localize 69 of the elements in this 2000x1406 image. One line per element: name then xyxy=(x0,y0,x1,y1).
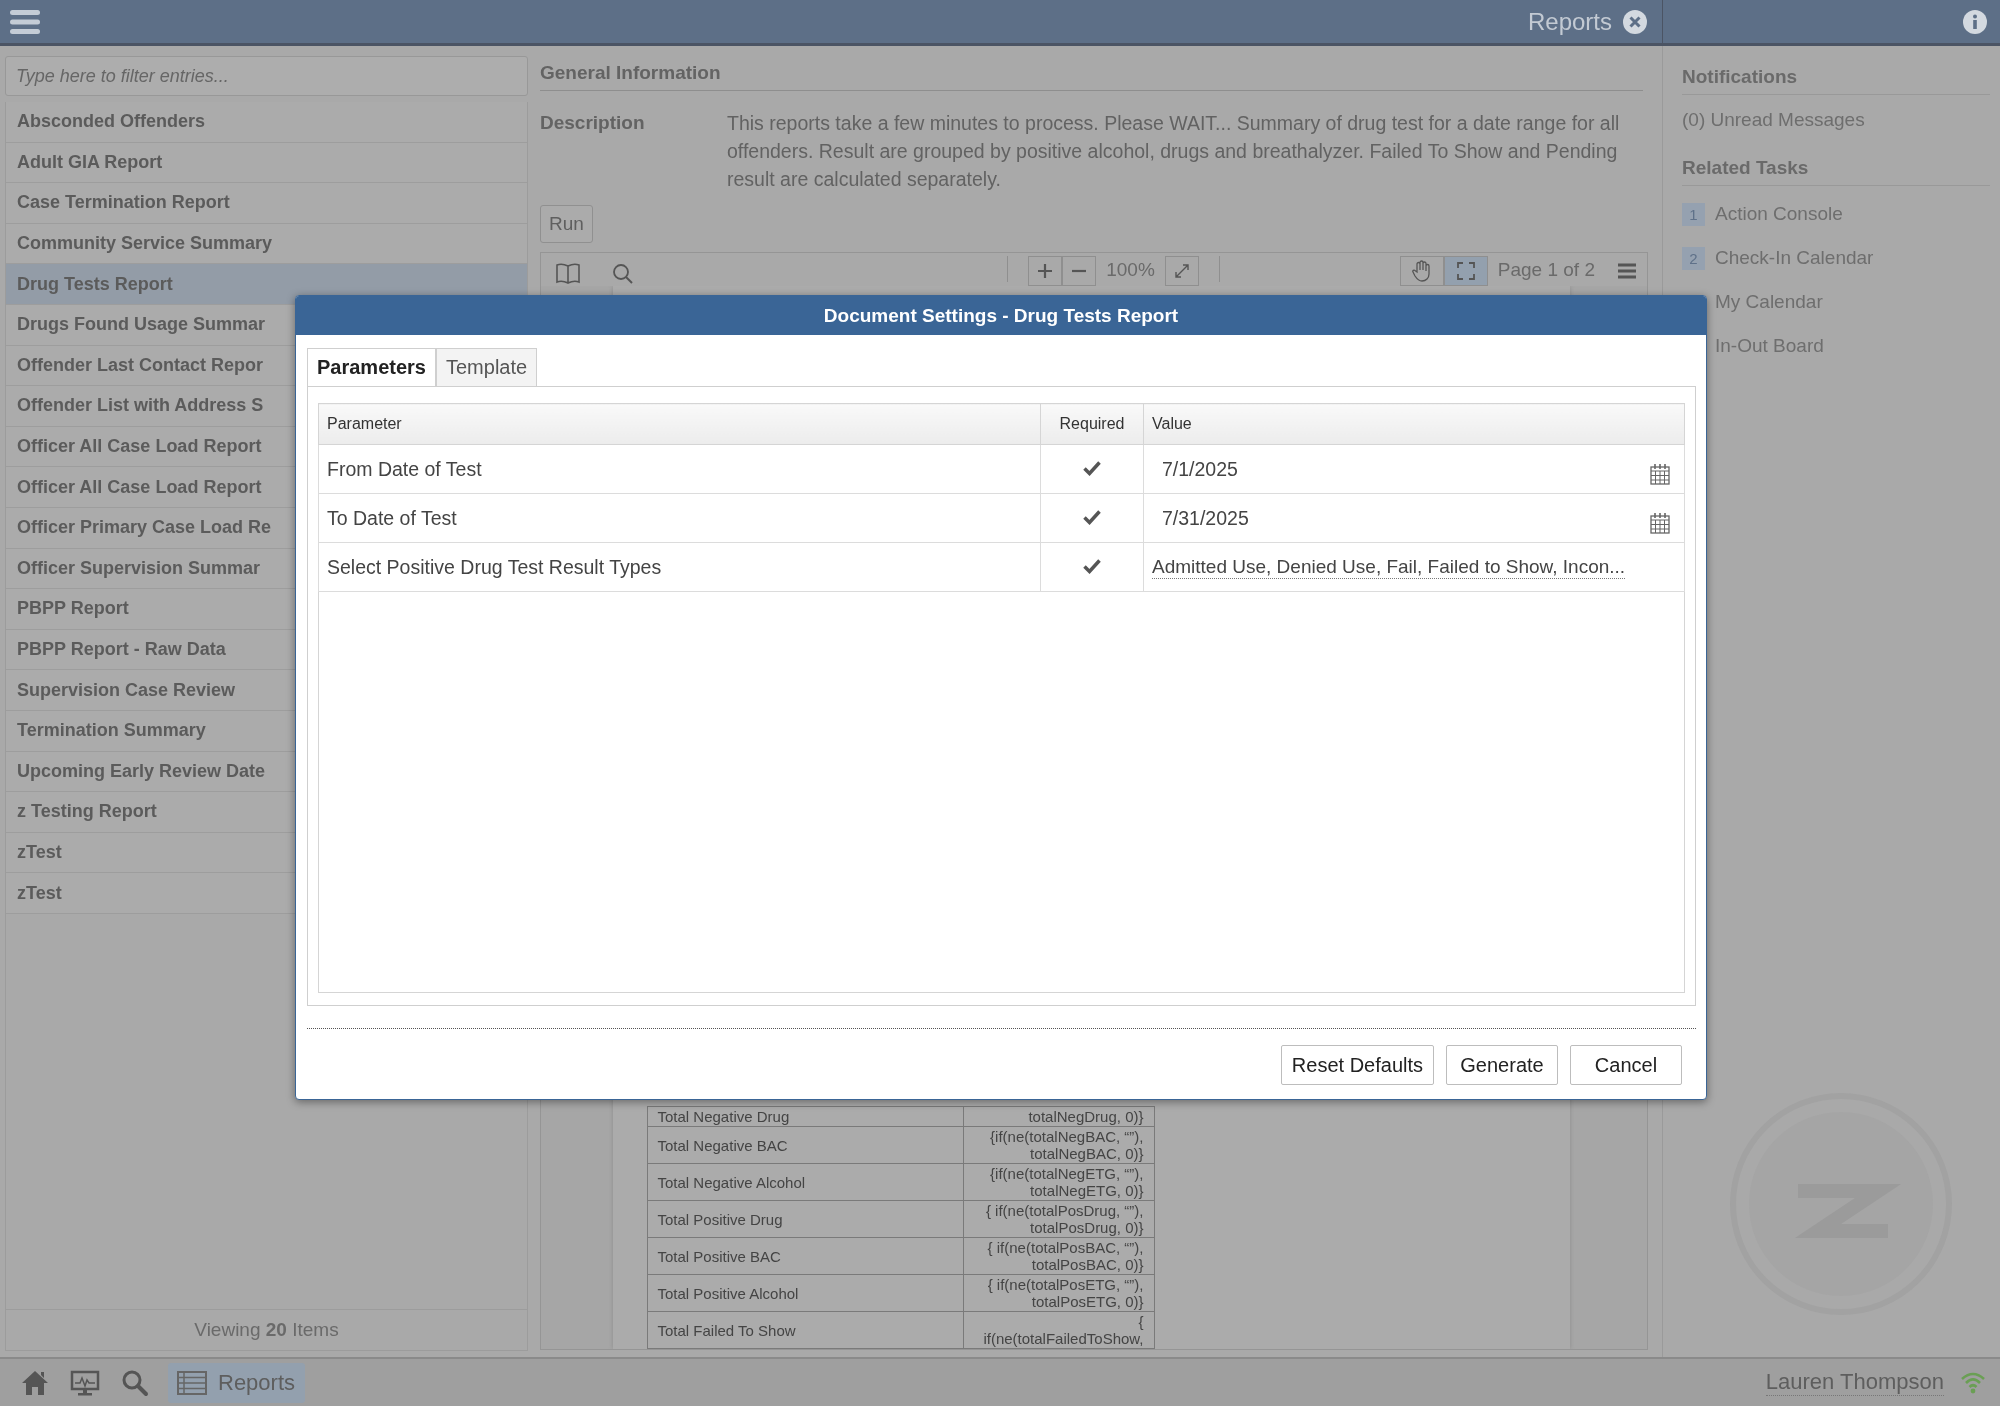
search-icon[interactable] xyxy=(611,262,635,286)
report-label: Total Negative BAC xyxy=(647,1126,963,1164)
task-link[interactable]: Check-In Calendar xyxy=(1715,247,1874,269)
fullscreen-button[interactable] xyxy=(1164,256,1199,286)
user-name[interactable]: Lauren Thompson xyxy=(1765,1369,1944,1396)
report-expression: totalNegDrug, 0)} xyxy=(963,1106,1154,1127)
column-header: Parameter xyxy=(318,403,1041,445)
item-count: Viewing 20 Items xyxy=(5,1309,528,1351)
home-icon xyxy=(20,1368,50,1397)
date-value[interactable]: 7/1/2025 xyxy=(1162,457,1238,481)
report-expression: { if(ne(totalPosBAC, “”), totalPosBAC, 0)} xyxy=(963,1237,1154,1275)
fit-tool-button[interactable] xyxy=(1443,256,1488,286)
list-icon xyxy=(176,1368,208,1397)
task-link[interactable]: In-Out Board xyxy=(1715,335,1824,357)
report-expression: {if(ne(totalNegBAC, “”), totalNegBAC, 0)} xyxy=(963,1126,1154,1164)
parameter-name: From Date of Test xyxy=(318,444,1041,494)
parameter-name: Select Positive Drug Test Result Types xyxy=(318,542,1041,592)
date-value[interactable]: 7/31/2025 xyxy=(1162,506,1249,530)
report-label: Total Negative Alcohol xyxy=(647,1163,963,1201)
report-expression: {if(ne(totalNegETG, “”), totalNegETG, 0)} xyxy=(963,1163,1154,1201)
search-icon xyxy=(120,1368,150,1397)
task-link[interactable]: My Calendar xyxy=(1715,291,1823,313)
task-link[interactable]: Action Console xyxy=(1715,203,1843,225)
unread-messages-link[interactable]: (0) Unread Messages xyxy=(1682,109,1990,131)
calendar-icon[interactable] xyxy=(1650,463,1670,485)
fit-screen-icon xyxy=(1455,261,1476,281)
field-label: Description xyxy=(540,111,646,135)
report-label: Total Positive Drug xyxy=(647,1200,963,1238)
description-text: This reports take a few minutes to process. Please WAIT... Summary of drug test for a date range for all offenders. Result are grouped by positive alcohol, drugs and breathalyzer. Failed To Show and Pending result are calculated separately. xyxy=(727,111,1621,192)
generate-button[interactable]: Generate xyxy=(1446,1045,1558,1085)
run-button[interactable]: Run xyxy=(540,205,593,243)
report-label: Total Failed To Show xyxy=(647,1311,963,1349)
report-expression: { if(ne(totalPosETG, “”), totalPosETG, 0)} xyxy=(963,1274,1154,1312)
pan-tool-button[interactable] xyxy=(1399,256,1444,286)
zoom-out-button[interactable] xyxy=(1062,256,1097,286)
column-header: Value xyxy=(1143,403,1685,445)
dialog-title: Document Settings - Drug Tests Report xyxy=(296,296,1706,335)
plus-icon xyxy=(1037,263,1054,279)
info-icon[interactable] xyxy=(1962,8,1988,35)
report-expression: { if(ne(totalFailedToShow, xyxy=(963,1311,1154,1349)
zoom-level: 100% xyxy=(1106,258,1155,282)
page-title: Reports xyxy=(1527,7,1612,36)
calendar-icon[interactable] xyxy=(1650,512,1670,534)
page-indicator: Page 1 of 2 xyxy=(1497,258,1595,282)
expand-icon xyxy=(1172,262,1191,280)
parameter-name: To Date of Test xyxy=(318,493,1041,543)
section-heading: Notifications xyxy=(1682,66,1990,95)
sidebar-item[interactable]: Drug Tests Report xyxy=(6,264,527,305)
zoom-in-button[interactable] xyxy=(1028,256,1063,286)
report-expression: { if(ne(totalPosDrug, “”), totalPosDrug, 0)} xyxy=(963,1200,1154,1238)
filter-field[interactable]: Type here to filter entries... xyxy=(5,56,528,96)
menu-icon[interactable] xyxy=(10,8,40,35)
tab[interactable]: Template xyxy=(435,348,538,386)
section-heading: Related Tasks xyxy=(1682,157,1990,186)
monitor-icon xyxy=(70,1368,100,1397)
close-icon[interactable] xyxy=(1622,8,1648,35)
reports-taskbar-button[interactable]: Reports xyxy=(168,1362,306,1403)
report-label: Total Positive BAC xyxy=(647,1237,963,1275)
hand-icon xyxy=(1411,260,1432,282)
reset-defaults-button[interactable]: Reset Defaults xyxy=(1280,1045,1434,1085)
report-label: Total Positive Alcohol xyxy=(647,1274,963,1312)
menu-icon[interactable] xyxy=(1617,262,1637,280)
report-label: Total Negative Drug xyxy=(647,1106,963,1127)
wifi-icon xyxy=(1960,1370,1986,1395)
column-header: Required xyxy=(1040,403,1144,445)
cancel-button[interactable]: Cancel xyxy=(1570,1045,1682,1085)
section-heading: General Information xyxy=(540,62,1643,91)
book-icon[interactable] xyxy=(555,262,581,284)
tab[interactable]: Parameters xyxy=(307,348,436,386)
